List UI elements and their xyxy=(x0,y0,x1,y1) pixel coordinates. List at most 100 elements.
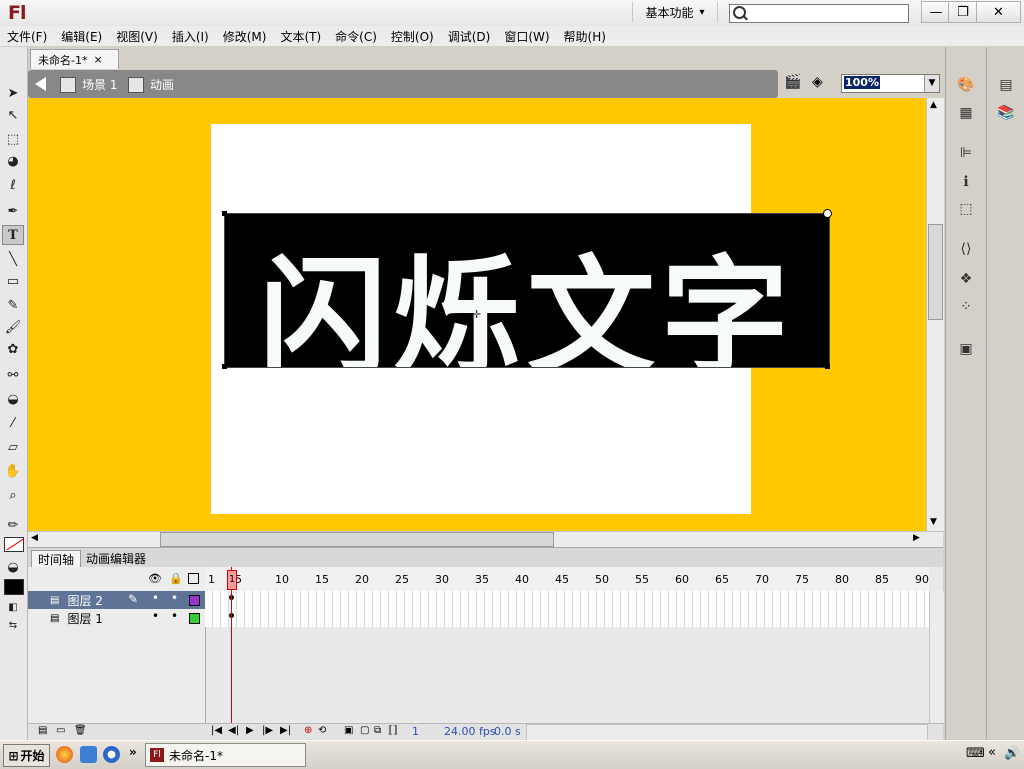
paint-bucket-icon[interactable]: ◒ xyxy=(2,389,24,409)
lock-dot[interactable]: • xyxy=(171,591,178,605)
edit-multiple-icon[interactable]: ⧉ xyxy=(374,725,381,736)
hand-icon[interactable]: ✋ xyxy=(2,461,24,481)
selection-icon[interactable]: ➤ xyxy=(2,83,24,103)
scroll-left-icon[interactable]: ◀ xyxy=(31,533,38,543)
breadcrumb-symbol[interactable]: 动画 xyxy=(128,76,174,93)
close-button[interactable]: ✕ xyxy=(976,1,1021,23)
playhead[interactable]: 1 xyxy=(227,570,237,590)
restore-button[interactable]: ❐ xyxy=(948,1,978,23)
onion-outline-icon[interactable]: ▢ xyxy=(360,725,369,736)
current-frame-readout[interactable]: 1 xyxy=(412,725,419,738)
brush-icon[interactable]: 🖌 xyxy=(2,317,24,337)
edit-scene-icon[interactable]: 🎬 xyxy=(784,74,806,94)
text-icon[interactable]: T xyxy=(2,225,24,245)
bone-icon[interactable]: ⚯ xyxy=(2,365,24,385)
layer-color-swatch[interactable] xyxy=(189,595,200,606)
help-search-input[interactable] xyxy=(729,4,909,23)
document-tab[interactable]: 未命名-1* × xyxy=(30,49,119,69)
chevron-left-icon[interactable]: « xyxy=(988,745,996,760)
stroke-color-swatch[interactable] xyxy=(4,537,24,552)
frame-rate-readout[interactable]: 24.00 fps xyxy=(444,725,496,738)
swap-colors-icon[interactable]: ⇆ xyxy=(2,615,24,635)
free-transform-icon[interactable]: ⬚ xyxy=(2,129,24,149)
workspace-switcher[interactable]: 基本功能 ▾ xyxy=(632,2,718,22)
eyedropper-icon[interactable]: ⁄ xyxy=(2,413,24,433)
layer-row-1[interactable]: ▤ 图层 1 • • xyxy=(28,609,205,627)
black-white-icon[interactable]: ◧ xyxy=(2,597,24,617)
lock-dot[interactable]: • xyxy=(171,609,178,623)
onion-markers-icon[interactable]: ⟦⟧ xyxy=(388,725,398,736)
delete-layer-icon[interactable]: 🗑 xyxy=(74,725,87,736)
menu-window[interactable]: 窗口(W) xyxy=(497,28,556,45)
deco-icon[interactable]: ✿ xyxy=(2,339,24,359)
library-icon[interactable]: 📚 xyxy=(995,103,1017,123)
new-layer-icon[interactable]: ▤ xyxy=(38,725,47,736)
settings-icon[interactable] xyxy=(103,746,120,763)
layer-row-2[interactable]: ▤ 图层 2 ✎ • • xyxy=(28,591,205,609)
subselection-icon[interactable]: ↖ xyxy=(2,105,24,125)
edit-symbols-icon[interactable]: ◈ xyxy=(812,74,834,94)
menu-debug[interactable]: 调试(D) xyxy=(441,28,498,45)
frame-row-layer-1[interactable] xyxy=(205,609,929,627)
line-icon[interactable]: ╲ xyxy=(2,249,24,269)
text-field[interactable]: 闪烁文字 xyxy=(224,213,830,368)
info-icon[interactable]: ℹ xyxy=(955,172,977,192)
text-resize-handle[interactable] xyxy=(823,209,832,218)
menu-view[interactable]: 视图(V) xyxy=(109,28,165,45)
taskbar-item-flash[interactable]: Fl 未命名-1* xyxy=(145,743,306,767)
menu-file[interactable]: 文件(F) xyxy=(0,28,54,45)
stroke-color-icon[interactable]: ✏ xyxy=(2,515,24,535)
lasso-icon[interactable]: ℓ xyxy=(2,175,24,195)
pencil-icon[interactable]: ✎ xyxy=(2,295,24,315)
first-frame-icon[interactable]: |◀ xyxy=(211,725,222,736)
outline-icon[interactable] xyxy=(188,573,199,584)
menu-text[interactable]: 文本(T) xyxy=(273,28,328,45)
code-snippets-icon[interactable]: ⟨⟩ xyxy=(955,239,977,259)
start-button[interactable]: ⊞ 开始 xyxy=(3,744,50,767)
volume-icon[interactable]: 🔊 xyxy=(1004,746,1020,761)
components-icon[interactable]: ❖ xyxy=(955,269,977,289)
back-arrow-icon[interactable] xyxy=(35,77,46,91)
zoom-icon[interactable]: ⌕ xyxy=(2,485,24,505)
swatches-icon[interactable]: ▦ xyxy=(955,103,977,123)
rectangle-icon[interactable]: ▭ xyxy=(2,271,24,291)
3d-rotation-icon[interactable]: ◕ xyxy=(2,151,24,171)
chevron-down-icon[interactable]: ▼ xyxy=(924,75,939,92)
align-icon[interactable]: ⊫ xyxy=(955,143,977,163)
minimize-button[interactable]: — xyxy=(921,1,951,23)
frame-row-layer-2[interactable] xyxy=(205,591,929,609)
menu-control[interactable]: 控制(O) xyxy=(384,28,441,45)
transform-handle[interactable] xyxy=(222,364,227,369)
prev-frame-icon[interactable]: ◀| xyxy=(228,725,239,736)
center-frame-icon[interactable]: ⊕ xyxy=(304,725,312,736)
lock-icon[interactable]: 🔒 xyxy=(169,572,183,585)
properties-icon[interactable]: ▤ xyxy=(995,75,1017,95)
stage-horizontal-scroll-thumb[interactable] xyxy=(160,532,554,547)
onion-skin-icon[interactable]: ▣ xyxy=(344,725,353,736)
tab-timeline[interactable]: 时间轴 xyxy=(31,550,82,568)
stage-vertical-scroll-thumb[interactable] xyxy=(928,224,943,320)
eye-icon[interactable]: 👁 xyxy=(148,572,162,585)
chevron-right-icon[interactable]: » xyxy=(129,745,137,759)
transform-icon[interactable]: ⬚ xyxy=(955,199,977,219)
scroll-right-icon[interactable]: ▶ xyxy=(913,533,920,543)
library-folder-icon[interactable]: ▣ xyxy=(955,339,977,359)
breadcrumb-scene[interactable]: 场景 1 xyxy=(60,76,117,93)
fill-color-swatch[interactable] xyxy=(4,579,24,595)
last-frame-icon[interactable]: ▶| xyxy=(280,725,291,736)
elapsed-time-readout[interactable]: 0.0 s xyxy=(494,725,521,738)
timeline-vertical-scrollbar[interactable] xyxy=(929,591,944,723)
menu-insert[interactable]: 插入(I) xyxy=(165,28,216,45)
color-icon[interactable]: 🎨 xyxy=(955,75,977,95)
next-frame-icon[interactable]: |▶ xyxy=(262,725,273,736)
fill-color-icon[interactable]: ◒ xyxy=(2,557,24,577)
frame-ruler[interactable]: 1 5 10 15 20 25 30 35 40 45 50 55 60 65 … xyxy=(205,567,929,592)
menu-edit[interactable]: 编辑(E) xyxy=(54,28,109,45)
menu-help[interactable]: 帮助(H) xyxy=(557,28,613,45)
layer-color-swatch[interactable] xyxy=(189,613,200,624)
browser-icon[interactable] xyxy=(80,746,97,763)
tab-motion-editor[interactable]: 动画编辑器 xyxy=(80,550,152,567)
scroll-up-icon[interactable]: ▲ xyxy=(930,100,937,110)
loop-icon[interactable]: ⟲ xyxy=(318,725,326,736)
keyboard-icon[interactable]: ⌨ xyxy=(966,746,985,761)
